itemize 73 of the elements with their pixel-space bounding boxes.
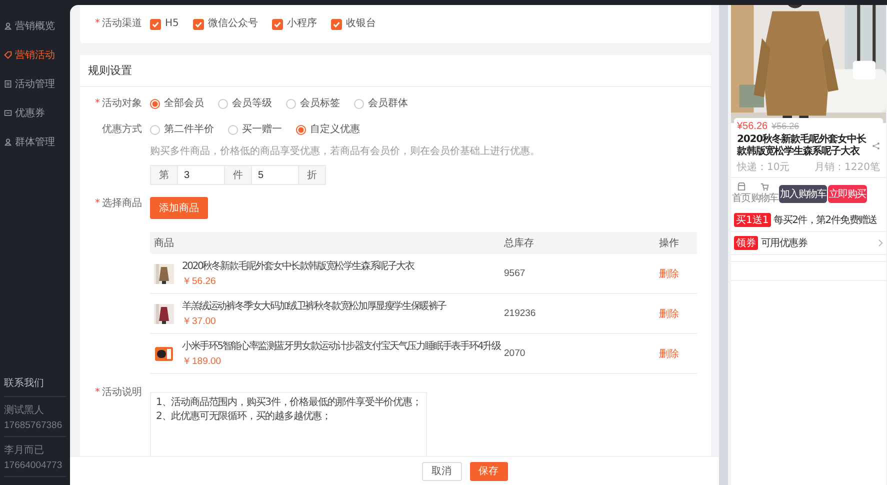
channel-checkbox[interactable]: H5 xyxy=(150,17,179,31)
sales-text: 月销：1220笔 xyxy=(814,161,880,174)
shipping-text: 快递：10元 xyxy=(737,160,790,174)
promo-badge: 领券 xyxy=(734,236,758,250)
sidebar-item[interactable]: 营销活动 xyxy=(0,40,70,69)
sidebar-item[interactable]: 营销概览 xyxy=(0,11,70,40)
product-title: 小米手环5智能心率监测蓝牙男女款运动计步器支付宝天气压力睡眠手表手环4升级 xyxy=(182,340,500,353)
channel-checkbox[interactable]: 小程序 xyxy=(272,17,317,31)
radio-option[interactable]: 会员标签 xyxy=(286,97,340,111)
radio-option[interactable]: 第二件半价 xyxy=(150,123,214,137)
product-price: ￥37.00 xyxy=(182,315,216,328)
required-mark: * xyxy=(95,387,100,398)
required-mark: * xyxy=(95,18,100,29)
input-addon: 折 xyxy=(298,165,326,185)
home-nav-button[interactable]: 首页 xyxy=(732,182,750,205)
channel-checkbox[interactable]: 收银台 xyxy=(330,17,376,31)
number-field[interactable]: 3 xyxy=(178,165,224,185)
channel-checkbox[interactable]: 微信公众号 xyxy=(192,17,258,31)
number-field[interactable]: 5 xyxy=(252,165,298,185)
stock-cell-text: 219236 xyxy=(504,308,537,319)
section-title: 规则设置 xyxy=(80,55,711,87)
add-to-cart-button[interactable]: 加入购物车 xyxy=(779,184,828,202)
product-price: ￥189.00 xyxy=(182,355,222,368)
column-header: 商品 xyxy=(154,236,175,250)
column-header: 总库存 xyxy=(504,236,535,250)
cancel-button[interactable]: 取消 xyxy=(422,462,462,480)
radio-option[interactable]: 自定义优惠 xyxy=(296,123,360,137)
field-label: 活动对象 xyxy=(102,98,142,109)
contact-phone: 17685767386 xyxy=(4,420,64,431)
input-addon: 第 xyxy=(150,165,178,185)
column-header: 操作 xyxy=(659,237,680,250)
document-icon xyxy=(4,80,12,88)
person-icon xyxy=(4,138,12,146)
cart-icon xyxy=(760,182,769,191)
contact-heading: 联系我们 xyxy=(4,376,66,397)
contact-name: 测试黑人 xyxy=(4,404,45,417)
input-addon: 件 xyxy=(224,165,252,185)
tag-icon xyxy=(4,50,12,58)
radio-option[interactable]: 会员群体 xyxy=(354,97,408,111)
person-icon xyxy=(4,22,12,30)
chevron-right-icon[interactable] xyxy=(878,239,883,247)
field-label: 选择商品 xyxy=(102,198,142,209)
promo-badge: 买1送1 xyxy=(734,213,771,227)
field-label: 活动说明 xyxy=(102,387,142,398)
product-price: ￥56.26 xyxy=(182,275,216,288)
sidebar-item[interactable]: 优惠券 xyxy=(0,98,70,127)
stock-cell-text: 2070 xyxy=(504,348,526,359)
product-title: 羊羔绒运动裤冬季女大码加绒卫裤秋冬款宽松加厚显瘦学生保暖裤子 xyxy=(182,300,446,313)
radio-option[interactable]: 会员等级 xyxy=(218,97,272,111)
sidebar-item[interactable]: 活动管理 xyxy=(0,69,70,98)
required-mark: * xyxy=(95,98,100,109)
stock-cell-text: 9567 xyxy=(504,268,526,279)
radio-option[interactable]: 买一赠一 xyxy=(228,123,282,137)
required-mark: * xyxy=(95,198,100,209)
promo-text: 每买2件，第2件免费赠送 xyxy=(774,214,878,227)
original-price: ¥56.26 xyxy=(772,121,800,131)
field-label: 活动渠道 xyxy=(102,18,142,29)
sidebar-item[interactable]: 群体管理 xyxy=(0,127,70,156)
radio-option[interactable]: 全部会员 xyxy=(150,97,204,111)
storefront-icon xyxy=(736,182,746,191)
product-title: 2020秋冬新款毛呢外套女中长款韩版宽松学生森系呢子大衣 xyxy=(737,134,868,158)
promo-text: 可用优惠券 xyxy=(761,236,808,250)
product-price: ¥56.26 xyxy=(737,121,768,132)
share-icon[interactable] xyxy=(872,142,880,150)
buy-now-button[interactable]: 立即购买 xyxy=(828,184,867,202)
contact-phone: 17664004773 xyxy=(4,460,64,471)
description-field[interactable]: 1、活动商品范围内，购买3件，价格最低的那件享受半价优惠； 2、此优惠可无限循环，买的越多越优惠； xyxy=(150,392,427,456)
cart-nav-button[interactable]: 购物车 xyxy=(751,182,778,205)
field-label: 优惠方式 xyxy=(102,124,142,135)
contact-name: 李月而已 xyxy=(4,444,45,457)
hint-text: 购买多件商品，价格低的商品享受优惠，若商品有会员价，则在会员价基础上进行优惠。 xyxy=(150,144,541,158)
product-title: 2020秋冬新款毛呢外套女中长款韩版宽松学生森系呢子大衣 xyxy=(182,260,414,273)
ticket-icon xyxy=(4,108,12,116)
